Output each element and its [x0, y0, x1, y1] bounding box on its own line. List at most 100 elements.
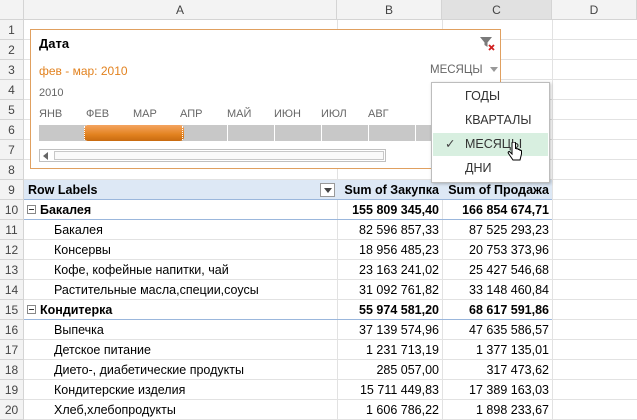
timeline-month-separator	[274, 125, 275, 141]
scroll-thumb[interactable]	[54, 151, 384, 160]
dropdown-item-label: ДНИ	[465, 161, 492, 175]
row-header-8[interactable]: 8	[0, 160, 24, 180]
pivot-purchase-value[interactable]: 1 231 713,19	[337, 340, 439, 360]
pivot-purchase-value[interactable]: 18 956 485,23	[337, 240, 439, 260]
row-header-5[interactable]: 5	[0, 100, 24, 120]
check-icon: ✓	[445, 137, 456, 151]
pivot-group-label[interactable]: Кондитерка	[40, 300, 330, 320]
pivot-sales-value[interactable]: 87 525 293,23	[442, 220, 549, 240]
row-header-17[interactable]: 17	[0, 340, 24, 360]
pivot-sales-value[interactable]: 166 854 674,71	[442, 200, 549, 220]
row-header-16[interactable]: 16	[0, 320, 24, 340]
dropdown-arrow-icon	[324, 188, 332, 193]
row-header-15[interactable]: 15	[0, 300, 24, 320]
row-header-12[interactable]: 12	[0, 240, 24, 260]
dropdown-item[interactable]: ГОДЫ	[433, 85, 548, 108]
pivot-item-label[interactable]: Детское питание	[54, 340, 334, 360]
timeline-month-separator	[227, 125, 228, 141]
timeline-month-label[interactable]: АВГ	[368, 108, 389, 120]
pivot-purchase-value[interactable]: 1 606 786,22	[337, 400, 439, 420]
pivot-item-label[interactable]: Хлеб,хлебопродукты	[54, 400, 334, 420]
pivot-item-label[interactable]: Бакалея	[54, 220, 334, 240]
pivot-purchase-value[interactable]: 285 057,00	[337, 360, 439, 380]
pivot-purchase-value[interactable]: 37 139 574,96	[337, 320, 439, 340]
timeline-level-label: МЕСЯЦЫ	[430, 64, 483, 76]
dropdown-item-label: КВАРТАЛЫ	[465, 113, 532, 127]
pivot-item-label[interactable]: Консервы	[54, 240, 334, 260]
dropdown-item[interactable]: КВАРТАЛЫ	[433, 109, 548, 132]
pivot-header-row-labels: Row Labels	[28, 183, 98, 197]
timeline-month-label[interactable]: МАЙ	[227, 108, 251, 120]
row-header-9[interactable]: 9	[0, 180, 24, 200]
row-header-10[interactable]: 10	[0, 200, 24, 220]
column-header-c[interactable]: C	[442, 0, 552, 20]
pivot-sales-value[interactable]: 20 753 373,96	[442, 240, 549, 260]
timeline-month-label[interactable]: ЯНВ	[39, 108, 62, 120]
pivot-sales-value[interactable]: 47 635 586,57	[442, 320, 549, 340]
row-header-4[interactable]: 4	[0, 80, 24, 100]
select-all-corner[interactable]	[0, 0, 24, 20]
pivot-item-label[interactable]: Выпечка	[54, 320, 334, 340]
timeline-selection-bar[interactable]	[84, 125, 184, 141]
timeline-level-selector[interactable]: МЕСЯЦЫ	[430, 64, 498, 76]
pivot-item-label[interactable]: Кофе, кофейные напитки, чай	[54, 260, 334, 280]
timeline-month-label[interactable]: ИЮН	[274, 108, 301, 120]
clear-filter-icon[interactable]	[479, 35, 495, 51]
timeline-level-dropdown[interactable]: ГОДЫ КВАРТАЛЫ ✓ МЕСЯЦЫ ДНИ	[431, 82, 550, 183]
pivot-purchase-value[interactable]: 31 092 761,82	[337, 280, 439, 300]
collapse-icon[interactable]	[27, 205, 36, 214]
row-header-3[interactable]: 3	[0, 60, 24, 80]
timeline-month-separator	[368, 125, 369, 141]
pivot-sales-value[interactable]: 1 898 233,67	[442, 400, 549, 420]
pivot-item-label[interactable]: Кондитерские изделия	[54, 380, 334, 400]
dropdown-item[interactable]: ✓ МЕСЯЦЫ	[433, 133, 548, 156]
timeline-month-separator	[321, 125, 322, 141]
row-header-18[interactable]: 18	[0, 360, 24, 380]
timeline-selected-range: фев - мар: 2010	[39, 64, 128, 78]
pivot-sales-value[interactable]: 17 389 163,03	[442, 380, 549, 400]
row-labels-filter-button[interactable]	[320, 183, 335, 197]
pivot-purchase-value[interactable]: 55 974 581,20	[337, 300, 439, 320]
row-header-13[interactable]: 13	[0, 260, 24, 280]
pivot-sales-value[interactable]: 33 148 460,84	[442, 280, 549, 300]
timeline-month-separator	[415, 125, 416, 141]
column-header-d[interactable]: D	[552, 0, 637, 20]
pivot-sales-value[interactable]: 1 377 135,01	[442, 340, 549, 360]
pivot-sales-value[interactable]: 317 473,62	[442, 360, 549, 380]
selection-left-handle[interactable]	[84, 126, 88, 140]
scroll-left-arrow-icon[interactable]	[43, 152, 48, 160]
timeline-month-label[interactable]: МАР	[133, 108, 157, 120]
dropdown-item-label: ГОДЫ	[465, 89, 501, 103]
timeline-month-label[interactable]: ФЕВ	[86, 108, 109, 120]
pivot-header-purchase: Sum of Закупка	[344, 183, 439, 197]
pivot-sales-value[interactable]: 25 427 546,68	[442, 260, 549, 280]
pivot-group-label[interactable]: Бакалея	[40, 200, 330, 220]
pivot-purchase-value[interactable]: 23 163 241,02	[337, 260, 439, 280]
row-header-19[interactable]: 19	[0, 380, 24, 400]
timeline-title: Дата	[39, 36, 70, 51]
timeline-year: 2010	[39, 87, 64, 99]
timeline-month-label[interactable]: ИЮЛ	[321, 108, 347, 120]
chevron-down-icon	[489, 67, 498, 73]
row-header-7[interactable]: 7	[0, 140, 24, 160]
column-header-a[interactable]: A	[24, 0, 337, 20]
pivot-sales-value[interactable]: 68 617 591,86	[442, 300, 549, 320]
pivot-purchase-value[interactable]: 82 596 857,33	[337, 220, 439, 240]
pivot-purchase-value[interactable]: 155 809 345,40	[337, 200, 439, 220]
row-header-6[interactable]: 6	[0, 120, 24, 140]
row-header-20[interactable]: 20	[0, 400, 24, 420]
row-header-14[interactable]: 14	[0, 280, 24, 300]
mouse-cursor-icon	[506, 141, 524, 164]
pivot-item-label[interactable]: Дието-, диабетические продукты	[54, 360, 334, 380]
row-header-11[interactable]: 11	[0, 220, 24, 240]
row-header-2[interactable]: 2	[0, 40, 24, 60]
row-header-1[interactable]: 1	[0, 20, 24, 40]
dropdown-item[interactable]: ДНИ	[433, 157, 548, 180]
pivot-purchase-value[interactable]: 15 711 449,83	[337, 380, 439, 400]
timeline-scrollbar[interactable]	[39, 149, 386, 162]
pivot-item-label[interactable]: Растительные масла,специи,соусы	[54, 280, 334, 300]
timeline-month-label[interactable]: АПР	[180, 108, 202, 120]
column-header-b[interactable]: B	[337, 0, 442, 20]
selection-right-handle[interactable]	[179, 126, 183, 140]
collapse-icon[interactable]	[27, 305, 36, 314]
